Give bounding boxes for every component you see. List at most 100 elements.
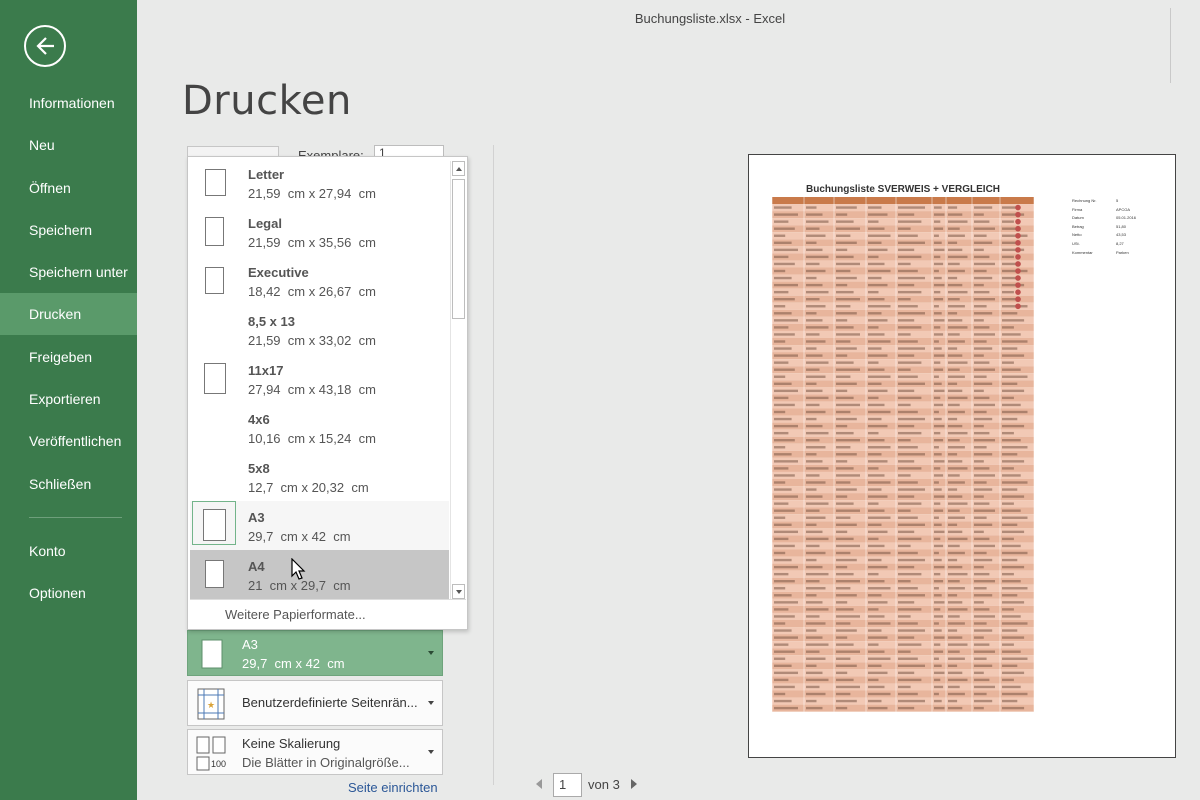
backstage-sidebar: Informationen Neu Öffnen Speichern Speic…: [0, 0, 137, 800]
nav-drucken[interactable]: Drucken: [0, 293, 137, 335]
info-key: Rechnung Nr.: [1072, 198, 1097, 203]
nav-freigeben[interactable]: Freigeben: [0, 336, 137, 378]
svg-text:★: ★: [207, 700, 215, 710]
paper-option-name: A3: [248, 510, 265, 525]
info-row: Betrag 51,80: [1072, 224, 1144, 233]
paper-option-name: 8,5 x 13: [248, 314, 295, 329]
page-icon: [205, 169, 226, 196]
back-arrow-icon[interactable]: [24, 25, 66, 67]
info-value: 43,53: [1116, 232, 1127, 238]
paper-option-size: 27,94 cm x 43,18 cm: [248, 382, 376, 397]
scrollbar-thumb[interactable]: [452, 179, 465, 319]
current-page-input[interactable]: 1: [553, 773, 582, 797]
chevron-down-icon: [428, 750, 434, 754]
scaling-select[interactable]: 100 Keine Skalierung Die Blätter in Orig…: [187, 729, 443, 775]
paper-option-size: 21,59 cm x 33,02 cm: [248, 333, 376, 348]
margins-select[interactable]: ★ Benutzerdefinierte Seitenrän...: [187, 680, 443, 726]
paper-size-dropdown: Letter 21,59 cm x 27,94 cm Legal 21,59 c…: [187, 156, 468, 630]
info-value: 8,27: [1116, 240, 1124, 246]
page-icon: [204, 363, 226, 394]
info-value: 5: [1116, 198, 1119, 203]
info-key: USt.: [1072, 240, 1080, 246]
window-title: Buchungsliste.xlsx - Excel: [634, 11, 786, 26]
chevron-down-icon: [428, 651, 434, 655]
scaling-label: Keine Skalierung: [242, 736, 341, 751]
nav-speichern[interactable]: Speichern: [0, 209, 137, 251]
column-divider: [493, 145, 494, 785]
nav-neu[interactable]: Neu: [0, 124, 137, 166]
scroll-up-icon[interactable]: [452, 161, 465, 176]
info-value: Parken: [1116, 249, 1129, 255]
paper-option-4x6[interactable]: 4x6 10,16 cm x 15,24 cm: [190, 403, 449, 452]
paper-option-8-5x13[interactable]: 8,5 x 13 21,59 cm x 33,02 cm: [190, 305, 449, 354]
paper-size-name: A3: [242, 637, 258, 652]
info-row: Datum 05.01.2016: [1072, 215, 1144, 224]
page-title: Drucken: [182, 78, 352, 124]
scaling-icon: 100: [194, 735, 228, 771]
previous-page-icon[interactable]: [536, 779, 542, 789]
info-key: Datum: [1072, 215, 1084, 221]
chevron-down-icon: [428, 701, 434, 705]
paper-option-size: 29,7 cm x 42 cm: [248, 529, 351, 544]
paper-option-5x8[interactable]: 5x8 12,7 cm x 20,32 cm: [190, 452, 449, 501]
scaling-icon-text: 100: [211, 759, 227, 769]
margins-label: Benutzerdefinierte Seitenrän...: [242, 695, 418, 710]
info-key: Betrag: [1072, 223, 1084, 229]
info-key: Netto: [1072, 232, 1082, 238]
paper-size-select[interactable]: A3 29,7 cm x 42 cm: [187, 630, 443, 676]
more-paper-sizes-link[interactable]: Weitere Papierformate...: [190, 599, 466, 629]
window-divider: [1170, 8, 1171, 83]
paper-option-name: Executive: [248, 265, 309, 280]
mouse-cursor-icon: [291, 558, 306, 580]
info-value: 05.01.2016: [1116, 215, 1137, 221]
scaling-description: Die Blätter in Originalgröße...: [242, 755, 410, 770]
nav-schliessen[interactable]: Schließen: [0, 463, 137, 505]
info-row: USt. 8,27: [1072, 241, 1144, 250]
paper-option-name: A4: [248, 559, 265, 574]
page-icon: [205, 267, 224, 294]
info-row: Firma APCOA: [1072, 207, 1144, 216]
info-key: Firma: [1072, 206, 1083, 212]
nav-exportieren[interactable]: Exportieren: [0, 378, 137, 420]
paper-option-size: 21,59 cm x 35,56 cm: [248, 235, 376, 250]
dropdown-scrollbar[interactable]: [450, 161, 465, 599]
nav-oeffnen[interactable]: Öffnen: [0, 167, 137, 209]
page-count-label: von 3: [588, 777, 620, 792]
paper-option-11x17[interactable]: 11x17 27,94 cm x 43,18 cm: [190, 354, 449, 403]
info-row: Netto 43,53: [1072, 232, 1144, 241]
nav-speichern-unter[interactable]: Speichern unter: [0, 251, 137, 293]
paper-size-dimensions: 29,7 cm x 42 cm: [242, 656, 345, 671]
paper-option-executive[interactable]: Executive 18,42 cm x 26,67 cm: [190, 256, 449, 305]
info-value: 51,80: [1116, 223, 1127, 229]
paper-option-a3[interactable]: A3 29,7 cm x 42 cm: [190, 501, 449, 550]
paper-option-legal[interactable]: Legal 21,59 cm x 35,56 cm: [190, 207, 449, 256]
preview-side-info: Rechnung Nr. 5 Firma APCOA Datum 05.01.2016…: [1072, 198, 1144, 258]
nav-informationen[interactable]: Informationen: [0, 82, 137, 124]
scroll-down-icon[interactable]: [452, 584, 465, 599]
margins-icon: ★: [194, 686, 228, 722]
nav-konto[interactable]: Konto: [0, 530, 137, 572]
paper-option-name: 4x6: [248, 412, 270, 427]
paper-option-a4[interactable]: A4 21 cm x 29,7 cm: [190, 550, 449, 599]
preview-table: [772, 197, 1034, 712]
paper-option-name: Letter: [248, 167, 285, 182]
nav-veroeffentlichen[interactable]: Veröffentlichen: [0, 420, 137, 462]
next-page-icon[interactable]: [631, 779, 637, 789]
page-icon: [203, 509, 226, 541]
preview-sheet-title: Buchungsliste SVERWEIS + VERGLEICH: [806, 184, 1001, 195]
info-value: APCOA: [1116, 206, 1131, 212]
info-row: Kommentar Parken: [1072, 250, 1144, 259]
page-icon: [205, 560, 224, 588]
paper-option-name: 5x8: [248, 461, 270, 476]
page-setup-link[interactable]: Seite einrichten: [348, 780, 438, 795]
paper-option-size: 10,16 cm x 15,24 cm: [248, 431, 376, 446]
paper-option-letter[interactable]: Letter 21,59 cm x 27,94 cm: [190, 158, 449, 207]
info-row: Rechnung Nr. 5: [1072, 198, 1144, 207]
paper-icon: [194, 636, 228, 672]
nav-optionen[interactable]: Optionen: [0, 572, 137, 614]
paper-option-size: 12,7 cm x 20,32 cm: [248, 480, 369, 495]
paper-option-name: Legal: [248, 216, 282, 231]
info-key: Kommentar: [1072, 249, 1093, 255]
paper-option-size: 18,42 cm x 26,67 cm: [248, 284, 376, 299]
nav-separator: [29, 517, 122, 518]
